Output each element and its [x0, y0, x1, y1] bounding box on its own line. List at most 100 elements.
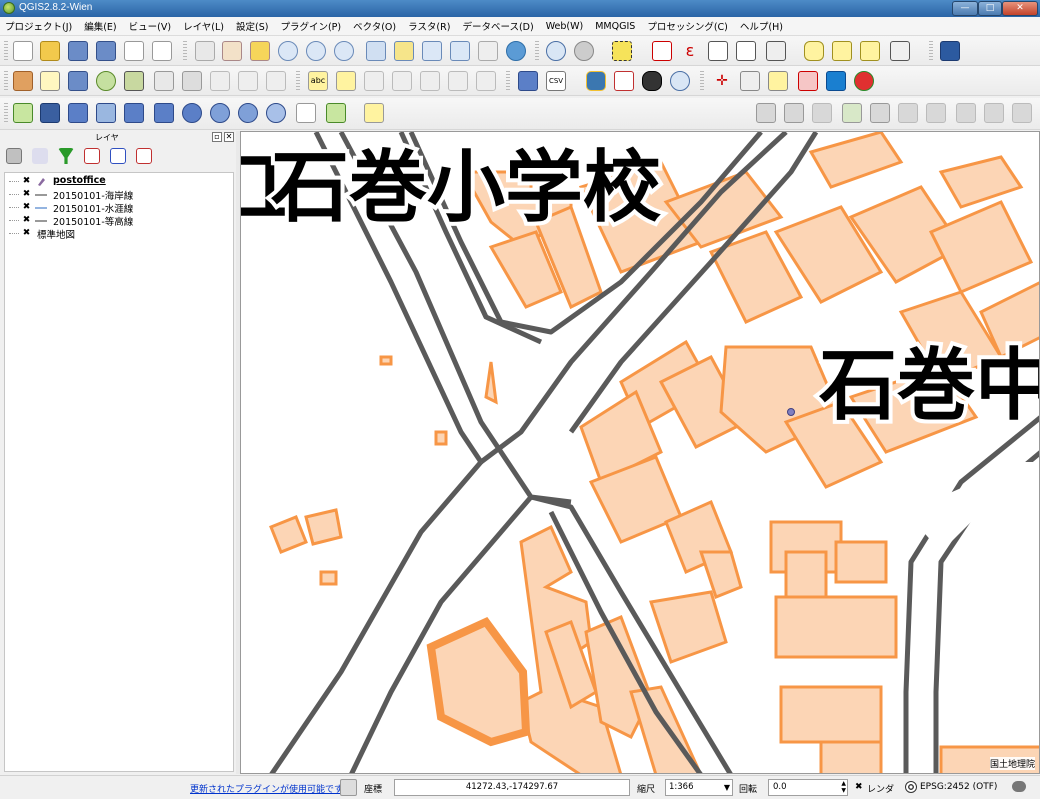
new-project-icon[interactable] — [13, 41, 33, 61]
pan-to-selection-icon[interactable] — [250, 41, 270, 61]
save-project-icon[interactable] — [68, 41, 88, 61]
add-delimited-text-icon[interactable] — [296, 103, 316, 123]
highlight-pinned-icon[interactable] — [364, 71, 384, 91]
vector-digitize-tool-8-icon[interactable] — [956, 103, 976, 123]
layer-item-waterline[interactable]: ✖ 20150101-水涯線 — [5, 201, 233, 215]
toolbar-grip[interactable] — [296, 71, 300, 91]
manage-visibility-icon[interactable] — [32, 148, 48, 164]
new-bookmark-icon[interactable] — [832, 41, 852, 61]
measure-line-icon[interactable] — [766, 41, 786, 61]
map-canvas[interactable]: 工 石巻小学校 石巻中 国土地理院 — [240, 131, 1040, 774]
vector-digitize-tool-5-icon[interactable] — [870, 103, 890, 123]
add-group-icon[interactable] — [84, 148, 100, 164]
layer-visibility-checkbox[interactable]: ✖ — [22, 203, 31, 212]
add-raster-layer-icon[interactable] — [40, 103, 60, 123]
new-shapefile-icon[interactable] — [326, 103, 346, 123]
add-vector-layer-icon[interactable] — [13, 103, 33, 123]
composer-manager-icon[interactable] — [152, 41, 172, 61]
vector-digitize-tool-3-icon[interactable] — [812, 103, 832, 123]
menu-processing[interactable]: プロセッシング(C) — [647, 19, 728, 33]
toolbar-grip[interactable] — [183, 41, 187, 61]
save-layer-edits-icon[interactable] — [68, 71, 88, 91]
close-panel-icon[interactable]: ✕ — [224, 132, 234, 142]
layer-item-contour[interactable]: ✖ 20150101-等高線 — [5, 214, 233, 228]
add-oracle-layer-icon[interactable] — [154, 103, 174, 123]
vector-digitize-tool-4-icon[interactable] — [842, 103, 862, 123]
menu-mmqgis[interactable]: MMQGIS — [595, 21, 635, 32]
zoom-in-icon[interactable] — [278, 41, 298, 61]
new-print-composer-icon[interactable] — [124, 41, 144, 61]
zoom-last-icon[interactable] — [450, 41, 470, 61]
expand-group-icon[interactable] — [110, 148, 126, 164]
menu-settings[interactable]: 設定(S) — [236, 19, 268, 33]
current-edits-icon[interactable] — [13, 71, 33, 91]
zoom-to-layer-icon[interactable] — [422, 41, 442, 61]
save-as-icon[interactable] — [96, 41, 116, 61]
menu-raster[interactable]: ラスタ(R) — [408, 19, 450, 33]
open-project-icon[interactable] — [40, 41, 60, 61]
message-log-icon[interactable] — [1012, 781, 1026, 792]
toolbar-grip[interactable] — [506, 71, 510, 91]
menu-layer[interactable]: レイヤ(L) — [183, 19, 224, 33]
binoculars-icon[interactable] — [642, 71, 662, 91]
chevron-down-icon[interactable]: ▼ — [724, 780, 730, 795]
openlayers-plugin-icon[interactable] — [826, 71, 846, 91]
move-feature-icon[interactable] — [124, 71, 144, 91]
vector-digitize-tool-6-icon[interactable] — [898, 103, 918, 123]
vector-digitize-tool-7-icon[interactable] — [926, 103, 946, 123]
attribute-table-icon[interactable] — [708, 41, 728, 61]
toolbar-grip[interactable] — [700, 71, 704, 91]
menu-project[interactable]: プロジェクト(J) — [5, 19, 72, 33]
heatmap-plugin-icon[interactable] — [798, 71, 818, 91]
menu-plugins[interactable]: プラグイン(P) — [280, 19, 341, 33]
layer-item-coastline[interactable]: ✖ 20150101-海岸線 — [5, 188, 233, 202]
layer-item-postoffice[interactable]: ✖ postoffice — [5, 175, 233, 188]
label-pin-icon[interactable] — [336, 71, 356, 91]
add-postgis-layer-icon[interactable] — [68, 103, 88, 123]
zoom-full-icon[interactable] — [366, 41, 386, 61]
vector-digitize-tool-9-icon[interactable] — [984, 103, 1004, 123]
coordinate-capture-icon[interactable]: ✛ — [712, 71, 732, 91]
filter-legend-icon[interactable] — [58, 148, 74, 164]
layer-item-standard-map[interactable]: ✖ 標準地図 — [5, 227, 233, 241]
add-wfs-layer-icon[interactable] — [238, 103, 258, 123]
scale-combobox[interactable]: 1:366 ▼ — [665, 779, 733, 796]
zoom-next-icon[interactable] — [478, 41, 498, 61]
plugin-qgis2web-icon[interactable] — [518, 71, 538, 91]
paste-features-icon[interactable] — [266, 71, 286, 91]
maximize-button[interactable]: □ — [978, 1, 1002, 16]
delete-selected-icon[interactable] — [182, 71, 202, 91]
layer-visibility-checkbox[interactable]: ✖ — [22, 177, 31, 186]
text-annotation-icon[interactable] — [890, 41, 910, 61]
add-feature-icon[interactable] — [96, 71, 116, 91]
toolbar-grip[interactable] — [4, 103, 8, 123]
vector-digitize-tool-10-icon[interactable] — [1012, 103, 1032, 123]
expression-select-icon[interactable]: ε — [680, 41, 700, 61]
gps-tools-icon[interactable] — [768, 71, 788, 91]
change-label-icon[interactable] — [476, 71, 496, 91]
raster-terrain-icon[interactable] — [854, 71, 874, 91]
csv-import-icon[interactable]: CSV — [546, 71, 566, 91]
show-bookmarks-icon[interactable] — [860, 41, 880, 61]
close-button[interactable]: ✕ — [1002, 1, 1038, 16]
remove-layer-icon[interactable] — [136, 148, 152, 164]
add-wms-layer-icon[interactable] — [182, 103, 202, 123]
menu-view[interactable]: ビュー(V) — [129, 19, 171, 33]
add-wcs-layer-icon[interactable] — [210, 103, 230, 123]
layer-labeling-icon[interactable]: abc — [308, 71, 328, 91]
minimize-button[interactable]: — — [952, 1, 978, 16]
toolbar-grip[interactable] — [929, 41, 933, 61]
add-virtual-layer-icon[interactable] — [266, 103, 286, 123]
toolbar-grip[interactable] — [4, 41, 8, 61]
select-features-icon[interactable] — [612, 41, 632, 61]
move-label-icon[interactable] — [420, 71, 440, 91]
layer-visibility-checkbox[interactable]: ✖ — [22, 190, 31, 199]
layer-visibility-checkbox[interactable]: ✖ — [22, 216, 31, 225]
toggle-extents-icon[interactable] — [340, 779, 357, 796]
route-plugin-icon[interactable] — [614, 71, 634, 91]
label-show-hide-icon[interactable] — [392, 71, 412, 91]
georeferencer-icon[interactable] — [740, 71, 760, 91]
add-mssql-layer-icon[interactable] — [124, 103, 144, 123]
menu-help[interactable]: ヘルプ(H) — [740, 19, 783, 33]
zoom-to-selection-icon[interactable] — [394, 41, 414, 61]
